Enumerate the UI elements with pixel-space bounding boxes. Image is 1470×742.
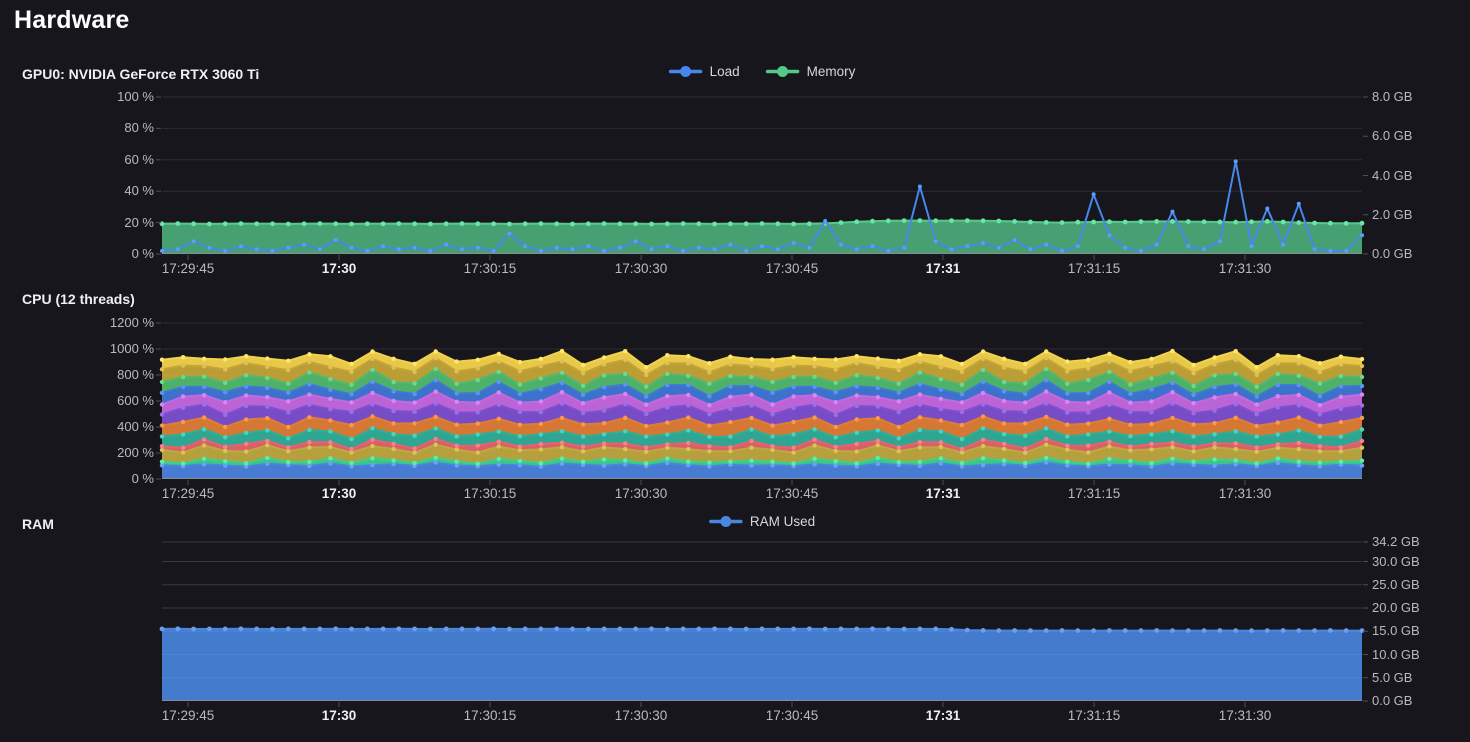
- y-axis-label: 5.0 GB: [1372, 670, 1412, 685]
- x-axis-label: 17:30:30: [596, 486, 686, 501]
- y-axis-label: 1000 %: [74, 341, 154, 356]
- legend-item-ram-used[interactable]: RAM Used: [709, 514, 815, 529]
- y-axis-label: 80 %: [74, 120, 154, 135]
- x-axis-label: 17:30: [294, 261, 384, 276]
- ram-chart-title: RAM: [22, 516, 54, 532]
- x-axis-label: 17:31:30: [1200, 486, 1290, 501]
- x-axis-label: 17:30:15: [445, 486, 535, 501]
- y-axis-label: 20 %: [74, 215, 154, 230]
- y-axis-label: 40 %: [74, 183, 154, 198]
- gpu-chart-title: GPU0: NVIDIA GeForce RTX 3060 Ti: [22, 66, 259, 82]
- x-axis-label: 17:30:45: [747, 261, 837, 276]
- y-axis-label: 0 %: [74, 246, 154, 261]
- y-axis-label: 0.0 GB: [1372, 246, 1412, 261]
- legend-label: Load: [710, 64, 740, 79]
- legend-item-load[interactable]: Load: [669, 64, 740, 79]
- page-title: Hardware: [14, 6, 130, 35]
- y-axis-label: 8.0 GB: [1372, 89, 1412, 104]
- x-axis-label: 17:30:30: [596, 261, 686, 276]
- y-axis-label: 25.0 GB: [1372, 577, 1420, 592]
- legend-label: RAM Used: [750, 514, 815, 529]
- y-axis-label: 0 %: [74, 471, 154, 486]
- x-axis-label: 17:31:30: [1200, 261, 1290, 276]
- x-axis-label: 17:30:15: [445, 261, 535, 276]
- y-axis-label: 10.0 GB: [1372, 647, 1420, 662]
- gpu-plot-area[interactable]: [162, 97, 1362, 254]
- x-axis-label: 17:30:15: [445, 708, 535, 723]
- x-axis-label: 17:30:30: [596, 708, 686, 723]
- x-axis-label: 17:31: [898, 261, 988, 276]
- y-axis-label: 600 %: [74, 393, 154, 408]
- y-axis-label: 800 %: [74, 367, 154, 382]
- x-axis-label: 17:29:45: [143, 486, 233, 501]
- y-axis-label: 0.0 GB: [1372, 693, 1412, 708]
- ram-plot-area[interactable]: [162, 542, 1362, 701]
- x-axis-label: 17:29:45: [143, 261, 233, 276]
- x-axis-label: 17:29:45: [143, 708, 233, 723]
- x-axis-label: 17:30: [294, 708, 384, 723]
- legend-marker-icon: [669, 65, 703, 78]
- x-axis-label: 17:31:15: [1049, 486, 1139, 501]
- legend-marker-icon: [709, 515, 743, 528]
- y-axis-label: 15.0 GB: [1372, 623, 1420, 638]
- y-axis-label: 400 %: [74, 419, 154, 434]
- y-axis-label: 6.0 GB: [1372, 128, 1412, 143]
- x-axis-label: 17:31:30: [1200, 708, 1290, 723]
- y-axis-label: 200 %: [74, 445, 154, 460]
- x-axis-label: 17:31: [898, 708, 988, 723]
- legend-marker-icon: [766, 65, 800, 78]
- x-axis-label: 17:31: [898, 486, 988, 501]
- y-axis-label: 2.0 GB: [1372, 207, 1412, 222]
- cpu-chart-title: CPU (12 threads): [22, 291, 135, 307]
- y-axis-label: 34.2 GB: [1372, 534, 1420, 549]
- y-axis-label: 4.0 GB: [1372, 168, 1412, 183]
- x-axis-label: 17:30:45: [747, 708, 837, 723]
- x-axis-label: 17:30:45: [747, 486, 837, 501]
- y-axis-label: 100 %: [74, 89, 154, 104]
- y-axis-label: 1200 %: [74, 315, 154, 330]
- hardware-dashboard: Hardware GPU0: NVIDIA GeForce RTX 3060 T…: [0, 0, 1470, 742]
- ram-legend: RAM Used: [709, 514, 815, 529]
- x-axis-label: 17:31:15: [1049, 708, 1139, 723]
- y-axis-label: 60 %: [74, 152, 154, 167]
- legend-item-memory[interactable]: Memory: [766, 64, 856, 79]
- gpu-legend: Load Memory: [669, 64, 856, 79]
- y-axis-label: 30.0 GB: [1372, 554, 1420, 569]
- legend-label: Memory: [807, 64, 856, 79]
- x-axis-label: 17:31:15: [1049, 261, 1139, 276]
- y-axis-label: 20.0 GB: [1372, 600, 1420, 615]
- cpu-plot-area[interactable]: [162, 323, 1362, 479]
- x-axis-label: 17:30: [294, 486, 384, 501]
